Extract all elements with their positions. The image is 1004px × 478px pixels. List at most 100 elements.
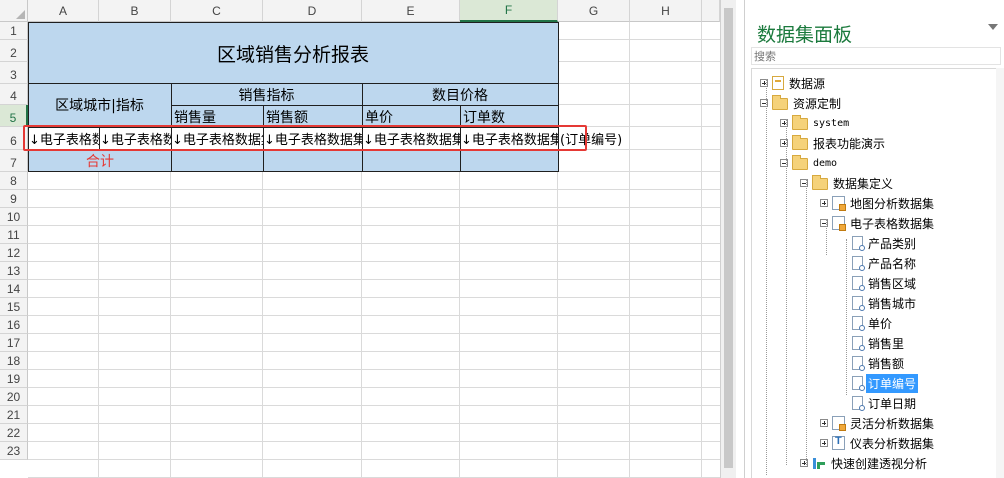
row-header-15[interactable]: 15 — [0, 298, 28, 316]
expand-icon[interactable] — [820, 439, 828, 447]
field-icon — [852, 376, 865, 391]
header-order-count[interactable]: 订单数 — [463, 107, 505, 127]
tree-node[interactable]: 销售城市 — [840, 293, 918, 313]
tree-node[interactable]: 数据源 — [760, 73, 827, 93]
tree-node[interactable]: 快速创建透视分析 — [800, 453, 929, 473]
header-region-city[interactable]: 区域城市|指标 — [28, 95, 171, 115]
row-header-14[interactable]: 14 — [0, 280, 28, 298]
expand-icon[interactable] — [820, 419, 828, 427]
column-header-h[interactable]: H — [630, 0, 702, 22]
tree-node-label[interactable]: 销售城市 — [866, 294, 918, 313]
header-group-sales[interactable]: 销售指标 — [171, 85, 362, 105]
tree-node[interactable]: 灵活分析数据集 — [820, 413, 936, 433]
tree-node[interactable]: 数据集定义 — [800, 173, 895, 193]
row-header-5[interactable]: 5 — [0, 105, 28, 127]
panel-scrollbar[interactable] — [996, 68, 1004, 478]
row-header-9[interactable]: 9 — [0, 190, 28, 208]
tree-node-label[interactable]: 数据源 — [787, 74, 827, 93]
row-header-23[interactable]: 23 — [0, 442, 28, 460]
row-header-7[interactable]: 7 — [0, 150, 28, 172]
column-header-b[interactable]: B — [99, 0, 171, 22]
tree-node[interactable]: 电子表格数据集 — [820, 213, 936, 233]
row-header-4[interactable]: 4 — [0, 84, 28, 105]
tree-node[interactable]: 仪表分析数据集 — [820, 433, 936, 453]
tree-node-label[interactable]: 单价 — [866, 314, 894, 333]
row-header-10[interactable]: 10 — [0, 208, 28, 226]
panel-menu-arrow-icon[interactable] — [988, 24, 998, 30]
row-header-20[interactable]: 20 — [0, 388, 28, 406]
header-sales-qty[interactable]: 销售量 — [174, 107, 216, 127]
dashboard-icon — [832, 435, 845, 450]
header-sales-amount[interactable]: 销售额 — [266, 107, 308, 127]
tree-node-label[interactable]: 电子表格数据集 — [848, 214, 936, 233]
spreadsheet[interactable]: ABCDEFGH 1 2 3 4 5 6 7 8 9 10 11 12 13 14 15 16 17 18 19 20… — [0, 0, 720, 478]
tree-node-label[interactable]: 销售额 — [866, 354, 906, 373]
tree-node-label[interactable]: 灵活分析数据集 — [848, 414, 936, 433]
tree-node[interactable]: 产品类别 — [840, 233, 918, 253]
tree-node[interactable]: 资源定制 — [760, 93, 843, 113]
tree-node-label[interactable]: 资源定制 — [791, 94, 843, 113]
tree-node[interactable]: 单价 — [840, 313, 894, 333]
folder-icon — [812, 175, 828, 190]
row-header-16[interactable]: 16 — [0, 316, 28, 334]
tree-node[interactable]: 产品名称 — [840, 253, 918, 273]
row-header-3[interactable]: 3 — [0, 62, 28, 84]
row-header-11[interactable]: 11 — [0, 226, 28, 244]
gridline — [28, 207, 720, 208]
dataset-search-input[interactable] — [751, 47, 1001, 65]
folder-icon — [792, 155, 808, 170]
row-header-8[interactable]: 8 — [0, 172, 28, 190]
gridline — [28, 459, 720, 460]
scroll-thumb[interactable] — [724, 8, 733, 468]
row-header-22[interactable]: 22 — [0, 424, 28, 442]
row-header-13[interactable]: 13 — [0, 262, 28, 280]
row-header-19[interactable]: 19 — [0, 370, 28, 388]
tree-node[interactable]: demo — [780, 153, 839, 173]
tree-node-label[interactable]: 产品名称 — [866, 254, 918, 273]
tree-connector — [826, 219, 827, 255]
row-header-18[interactable]: 18 — [0, 352, 28, 370]
tree-node[interactable]: 订单日期 — [840, 393, 918, 413]
row-header-21[interactable]: 21 — [0, 406, 28, 424]
tree-node[interactable]: 报表功能演示 — [780, 133, 887, 153]
tree-node[interactable]: 销售区域 — [840, 273, 918, 293]
tree-node-label[interactable]: 订单日期 — [866, 394, 918, 413]
header-unit-price[interactable]: 单价 — [365, 107, 393, 127]
tree-node-label[interactable]: 地图分析数据集 — [848, 194, 936, 213]
tree-node-label[interactable]: 数据集定义 — [831, 174, 895, 193]
tree-node[interactable]: 销售额 — [840, 353, 906, 373]
row-header-2[interactable]: 2 — [0, 40, 28, 62]
tree-node-label[interactable]: 报表功能演示 — [811, 134, 887, 153]
tree-node[interactable]: system — [780, 113, 851, 133]
tree-node-label[interactable]: 订单编号 — [866, 373, 919, 393]
report-title[interactable]: 区域销售分析报表 — [28, 40, 558, 67]
tree-node-label[interactable]: system — [811, 117, 851, 130]
column-header-c[interactable]: C — [171, 0, 263, 22]
tree-connector — [806, 179, 807, 465]
column-header-f[interactable]: F — [460, 0, 558, 22]
column-header-a[interactable]: A — [28, 0, 99, 22]
expand-icon[interactable] — [820, 199, 828, 207]
column-header-e[interactable]: E — [362, 0, 460, 22]
tree-node-label[interactable]: 产品类别 — [866, 234, 918, 253]
row-header-17[interactable]: 17 — [0, 334, 28, 352]
tree-node-label[interactable]: 销售里 — [866, 334, 906, 353]
tree-connector — [766, 79, 767, 475]
row-header-12[interactable]: 12 — [0, 244, 28, 262]
tree-node-label[interactable]: 销售区域 — [866, 274, 918, 293]
tree-node[interactable]: 销售里 — [840, 333, 906, 353]
folder-icon — [792, 135, 808, 150]
tree-node-label[interactable]: demo — [811, 157, 839, 170]
tree-node-label[interactable]: 仪表分析数据集 — [848, 434, 936, 453]
tree-node[interactable]: 订单编号 — [840, 373, 919, 393]
tree-node-label[interactable]: 快速创建透视分析 — [829, 454, 929, 473]
header-group-price[interactable]: 数目价格 — [362, 85, 558, 105]
select-all-corner[interactable] — [0, 0, 28, 22]
tree-node[interactable]: 地图分析数据集 — [820, 193, 936, 213]
sheet-vertical-scrollbar[interactable] — [720, 0, 736, 478]
column-header-blank[interactable] — [702, 0, 720, 22]
folder-icon — [792, 115, 808, 130]
column-header-d[interactable]: D — [263, 0, 362, 22]
column-header-g[interactable]: G — [558, 0, 630, 22]
row-header-1[interactable]: 1 — [0, 22, 28, 40]
